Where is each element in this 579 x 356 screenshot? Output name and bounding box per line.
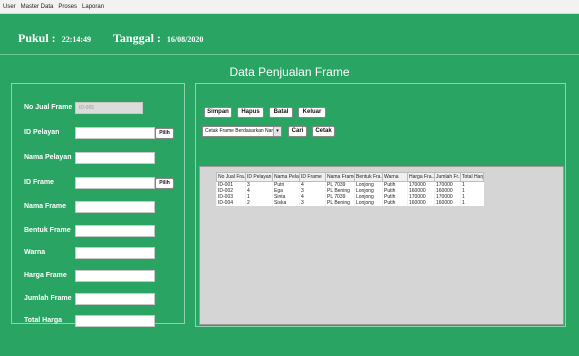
clock-header: Pukul : 22:14:49 Tanggal : 16/08/2020 <box>18 31 203 46</box>
action-panel: Simpan Hapus Batal Keluar Cetak Frame Be… <box>195 83 566 327</box>
table-cell: 3 <box>299 200 326 206</box>
header-divider <box>0 54 579 55</box>
table-cell: PL Bening <box>325 200 355 206</box>
warna-field[interactable] <box>75 247 155 259</box>
column-header[interactable]: Total Harga <box>460 172 484 182</box>
column-header[interactable]: Harga Fra... <box>407 172 435 182</box>
column-header[interactable]: ID Pelayan <box>245 172 273 182</box>
table-cell: 160000 <box>434 200 461 206</box>
id-pelayan-label: ID Pelayan <box>24 129 60 136</box>
column-header[interactable]: ID Frame <box>299 172 326 182</box>
sales-table: No Jual Fra...ID PelayanNama Pela...ID F… <box>216 172 484 206</box>
table-header-row: No Jual Fra...ID PelayanNama Pela...ID F… <box>216 172 484 182</box>
table-cell: 160000 <box>407 200 435 206</box>
column-header[interactable]: Nama Frame <box>325 172 355 182</box>
menu-laporan[interactable]: Laporan <box>82 4 104 10</box>
batal-button[interactable]: Batal <box>269 107 293 118</box>
column-header[interactable]: Jumlah Fr... <box>434 172 461 182</box>
total-harga-label: Total Harga <box>24 317 62 324</box>
tanggal-value: 16/08/2020 <box>166 35 204 44</box>
sales-table-container: No Jual Fra...ID PelayanNama Pela...ID F… <box>199 166 564 325</box>
column-header[interactable]: Nama Pela... <box>272 172 300 182</box>
simpan-button[interactable]: Simpan <box>204 107 232 118</box>
pukul-label: Pukul : <box>18 31 56 45</box>
column-header[interactable]: Warna <box>382 172 408 182</box>
column-header[interactable]: Bentuk Fra... <box>354 172 383 182</box>
menu-master-data[interactable]: Master Data <box>21 4 54 10</box>
jumlah-frame-label: Jumlah Frame <box>24 295 72 302</box>
menu-proses[interactable]: Proses <box>58 4 77 10</box>
pilih-frame-button[interactable]: Pilih <box>155 178 174 189</box>
nama-frame-field[interactable] <box>75 201 155 213</box>
total-harga-field[interactable] <box>75 315 155 327</box>
nama-pelayan-field[interactable] <box>75 152 155 164</box>
id-pelayan-field[interactable] <box>75 127 155 139</box>
bentuk-frame-label: Bentuk Frame <box>24 227 71 234</box>
menu-user[interactable]: User <box>3 4 16 10</box>
no-jual-field: ID-005 <box>75 102 143 114</box>
harga-frame-label: Harga Frame <box>24 272 67 279</box>
id-frame-label: ID Frame <box>24 179 54 186</box>
cetak-filter-select[interactable]: Cetak Frame Berdasarkan Nam ▾ <box>202 126 282 137</box>
no-jual-label: No Jual Frame <box>24 104 73 111</box>
table-cell: Siska <box>272 200 300 206</box>
chevron-down-icon[interactable]: ▾ <box>273 127 281 136</box>
table-cell: 1 <box>460 200 484 206</box>
table-cell: Putih <box>382 200 408 206</box>
cetak-filter-value: Cetak Frame Berdasarkan Nam <box>205 128 276 134</box>
cetak-button[interactable]: Cetak <box>312 126 335 137</box>
table-cell: ID-004 <box>216 200 246 206</box>
hapus-button[interactable]: Hapus <box>237 107 264 118</box>
nama-frame-label: Nama Frame <box>24 203 67 210</box>
table-row[interactable]: ID-004 2 Siska 3 PL Bening Lonjong Putih 160000… <box>216 200 484 206</box>
bentuk-frame-field[interactable] <box>75 225 155 237</box>
pilih-pelayan-button[interactable]: Pilih <box>155 128 174 139</box>
nama-pelayan-label: Nama Pelayan <box>24 154 72 161</box>
menu-bar: User Master Data Proses Laporan <box>0 0 579 14</box>
form-panel: No Jual Frame ID-005 ID Pelayan Pilih Na… <box>11 83 185 327</box>
table-cell: 2 <box>245 200 273 206</box>
page-title: Data Penjualan Frame <box>229 65 350 79</box>
table-cell: Lonjong <box>354 200 383 206</box>
pukul-value: 22:14:49 <box>61 35 92 44</box>
cari-button[interactable]: Cari <box>288 126 307 137</box>
jumlah-frame-field[interactable] <box>75 293 155 305</box>
keluar-button[interactable]: Keluar <box>298 107 326 118</box>
column-header[interactable]: No Jual Fra... <box>216 172 246 182</box>
tanggal-label: Tanggal : <box>113 31 161 45</box>
id-frame-field[interactable] <box>75 177 155 189</box>
warna-label: Warna <box>24 249 46 256</box>
harga-frame-field[interactable] <box>75 270 155 282</box>
